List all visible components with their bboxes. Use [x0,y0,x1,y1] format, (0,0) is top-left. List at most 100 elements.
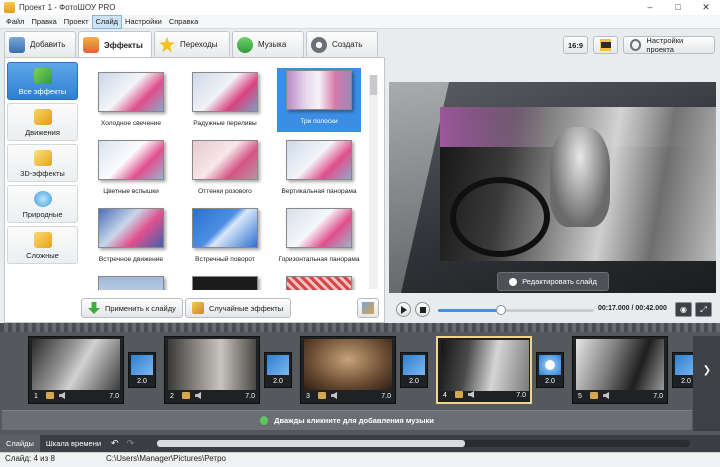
camera-icon: ◉ [680,305,687,314]
transition-thumbnail[interactable]: 2.0 [128,352,156,388]
transition-duration: 2.0 [137,378,147,385]
effects-scrollbar-thumb[interactable] [370,75,377,95]
category-motion[interactable]: Движения [7,103,78,141]
fullscreen-button[interactable]: ⤢ [695,302,712,317]
slide-number: 2 [170,393,174,400]
stop-button[interactable] [415,302,430,317]
effect-tile[interactable]: Оттенки розового [183,136,267,200]
tab-create[interactable]: Создать [306,31,378,57]
close-button[interactable]: ✕ [692,0,720,15]
clear-effect-button[interactable] [357,298,379,318]
category-all-effects[interactable]: Все эффекты [7,62,78,100]
preview-photo [440,107,716,261]
transition-image [131,355,153,375]
slide-thumbnail-current[interactable]: 4 7.0 [436,336,532,404]
undo-icon[interactable]: ↶ [111,438,119,449]
menu-project[interactable]: Проект [61,16,92,28]
tab-transitions[interactable]: Переходы [154,31,230,57]
effect-tile[interactable]: Горизонтальная панорама [277,204,361,268]
palette-icon [83,37,99,53]
transition-thumbnail[interactable]: 2.0 [400,352,428,388]
effect-tile[interactable] [277,272,361,290]
effect-tile[interactable]: Радужные переливы [183,68,267,132]
slide-image [32,339,120,390]
cube-icon [33,150,52,166]
preview-subject [550,127,610,227]
effect-tile-selected[interactable]: Три полоски [277,68,361,132]
music-track[interactable]: Дважды кликните для добавления музыки [2,410,692,430]
edit-slide-button[interactable]: Редактировать слайд [497,272,609,291]
effect-thumbnail [286,70,352,110]
effect-tile[interactable]: Цветные вспышки [89,136,173,200]
effect-thumbnail [192,72,258,112]
effect-thumbnail [192,276,258,290]
redo-icon[interactable]: ↷ [127,438,135,449]
arrow-down-icon [88,302,100,314]
effect-thumbnail [98,140,164,180]
project-settings-button[interactable]: Настройки проекта [623,36,715,54]
menu-file[interactable]: Файл [3,16,27,28]
effect-thumbnail [98,72,164,112]
layers-icon [33,232,52,248]
pencil-icon [455,391,463,398]
category-nature[interactable]: Природные [7,185,78,223]
tab-effects[interactable]: Эффекты [78,31,152,58]
slide-duration: 7.0 [245,393,255,400]
effect-tile[interactable] [89,272,173,290]
category-list: Все эффекты Движения 3D-эффекты Природны… [7,62,80,267]
display-mode-button[interactable] [593,36,618,54]
chevron-right-icon[interactable]: ❯ [700,365,714,379]
music-note-icon [260,416,269,425]
menu-edit[interactable]: Правка [28,16,59,28]
timeline-scrollbar-thumb[interactable] [157,440,465,447]
effect-tile[interactable]: Холодное свечение [89,68,173,132]
effect-tile[interactable] [183,272,267,290]
transition-thumbnail[interactable]: 2.0 [536,352,564,388]
pencil-icon [182,392,190,399]
menu-slide[interactable]: Слайд [91,14,123,29]
pencil-icon [509,277,518,286]
effect-label: Оттенки розового [198,188,252,195]
effects-scrollbar[interactable] [369,75,378,289]
music-hint: Дважды кликните для добавления музыки [274,416,434,425]
snapshot-button[interactable]: ◉ [675,302,692,317]
tab-slides[interactable]: Слайды [0,435,40,452]
category-3d[interactable]: 3D-эффекты [7,144,78,182]
slide-thumbnail[interactable]: 2 7.0 [164,336,260,404]
aspect-ratio-button[interactable]: 16:9 [563,36,588,54]
tab-add[interactable]: Добавить [4,31,76,57]
music-note-icon [237,36,253,53]
category-label: Сложные [26,251,59,260]
category-complex[interactable]: Сложные [7,226,78,264]
effect-tile[interactable]: Встречный поворот [183,204,267,268]
slide-duration: 7.0 [109,393,119,400]
play-button[interactable] [396,302,411,317]
tab-music[interactable]: Музыка [232,31,304,57]
window-title: Проект 1 - ФотоШОУ PRO [19,3,116,12]
timecode: 00:17.000 / 00:42.000 [598,305,667,312]
slide-number: 4 [443,392,447,399]
pencil-icon [46,392,54,399]
timeline-scroll-right[interactable] [693,336,720,431]
preview-steering-wheel [450,177,550,257]
slide-thumbnail[interactable]: 1 7.0 [28,336,124,404]
motion-icon [33,109,52,125]
minimize-button[interactable]: – [636,0,664,15]
timeline-film-edge [0,323,720,332]
effect-tile[interactable]: Вертикальная панорама [277,136,361,200]
effect-thumbnail [98,208,164,248]
menu-settings[interactable]: Настройки [122,16,165,28]
effect-label: Радужные переливы [193,120,257,127]
slide-thumbnail[interactable]: 5 7.0 [572,336,668,404]
seek-handle[interactable] [496,305,506,315]
maximize-button[interactable]: □ [664,0,692,15]
play-icon [400,305,407,314]
effect-tile[interactable]: Встречное движение [89,204,173,268]
menu-help[interactable]: Справка [166,16,201,28]
apply-to-slide-button[interactable]: Применить к слайду [81,298,183,318]
category-label: Все эффекты [18,87,67,96]
tab-timeline[interactable]: Шкала времени [40,435,107,452]
transition-thumbnail[interactable]: 2.0 [264,352,292,388]
random-effects-button[interactable]: Случайные эффекты [185,298,291,318]
slide-thumbnail[interactable]: 3 7.0 [300,336,396,404]
